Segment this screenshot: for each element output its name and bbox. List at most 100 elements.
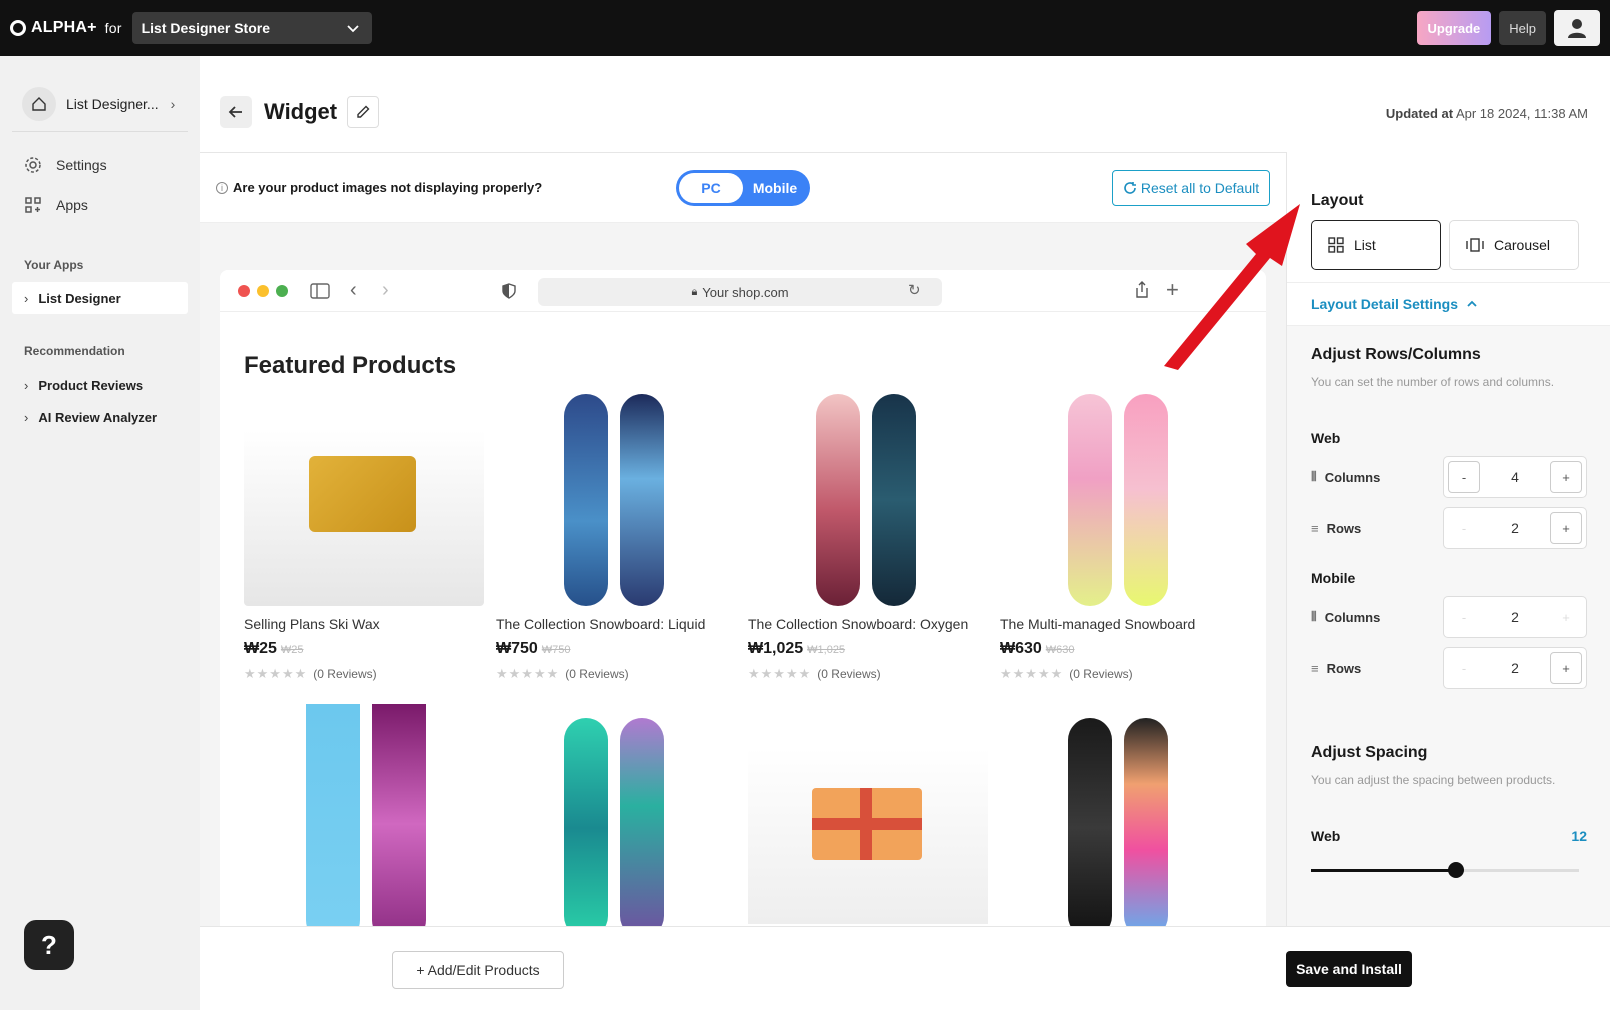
web-columns-stepper[interactable]: - 4 + <box>1443 456 1587 498</box>
product-image <box>496 386 736 606</box>
user-avatar-button[interactable] <box>1554 10 1600 46</box>
your-apps-heading: Your Apps <box>24 258 84 272</box>
rating-stars-icon: ★★★★★ <box>244 666 308 681</box>
product-card[interactable]: The Multi-managed Snowboard ₩630 ₩630 ★★★… <box>1000 386 1240 682</box>
layout-detail-body: Adjust Rows/Columns You can set the numb… <box>1287 326 1610 926</box>
sidebar-item-product-reviews[interactable]: › Product Reviews <box>12 369 188 401</box>
decrement-button[interactable]: - <box>1448 601 1480 633</box>
rows-label: ≡ Rows <box>1311 520 1362 536</box>
device-toggle[interactable]: PC Mobile <box>676 170 810 206</box>
increment-button[interactable]: + <box>1550 601 1582 633</box>
sidebar-item-label: List Designer <box>38 290 121 306</box>
product-card[interactable]: Selling Plans Ski Wax ₩25 ₩25 ★★★★★ (0 Rev… <box>244 386 484 682</box>
help-fab-button[interactable]: ? <box>24 920 74 970</box>
slider-handle[interactable] <box>1447 862 1464 878</box>
sidebar-home-link[interactable]: List Designer... › <box>12 76 188 132</box>
product-name: The Multi-managed Snowboard <box>1000 616 1196 632</box>
sidebar-item-settings[interactable]: Settings <box>24 156 107 174</box>
spacing-web-slider[interactable] <box>1311 862 1579 878</box>
sidebar-home-label: List Designer... <box>66 95 159 112</box>
rating-stars-icon: ★★★★★ <box>1000 666 1064 681</box>
rows-columns-note: You can set the number of rows and colum… <box>1311 375 1555 389</box>
mobile-subheading: Mobile <box>1311 570 1356 586</box>
preview-area: i Are your product images not displaying… <box>200 152 1286 927</box>
image-help-link[interactable]: i Are your product images not displaying… <box>216 180 542 195</box>
product-rating: ★★★★★ (0 Reviews) <box>244 666 484 682</box>
product-image <box>496 704 736 927</box>
shield-icon <box>502 283 516 299</box>
reset-default-button[interactable]: Reset all to Default <box>1112 170 1270 206</box>
increment-button[interactable]: + <box>1549 652 1582 684</box>
sidebar-item-label: Apps <box>56 197 88 213</box>
brand-logo[interactable]: ALPHA+ for <box>10 19 122 37</box>
rows-label: ≡ Rows <box>1311 660 1362 676</box>
decrement-button[interactable]: - <box>1448 461 1480 493</box>
product-card[interactable] <box>1000 704 1240 927</box>
chevron-up-icon <box>1467 300 1477 307</box>
stepper-value[interactable]: 2 <box>1511 520 1519 536</box>
stepper-value[interactable]: 4 <box>1511 469 1519 485</box>
compare-price: ₩1,025 <box>807 644 846 656</box>
decrement-button[interactable]: - <box>1448 512 1480 544</box>
add-edit-products-button[interactable]: + Add/Edit Products <box>392 951 564 989</box>
sidebar-item-label: Product Reviews <box>38 377 144 393</box>
toggle-pc[interactable]: PC <box>679 173 743 203</box>
product-card[interactable] <box>244 704 484 927</box>
sidebar-item-list-designer[interactable]: › List Designer <box>12 282 188 314</box>
columns-icon: ⦀ <box>1311 469 1317 484</box>
slider-fill <box>1311 869 1456 872</box>
review-count: (0 Reviews) <box>313 667 377 681</box>
chevron-right-icon: › <box>24 377 29 393</box>
web-columns-row: ⦀ Columns - 4 + <box>1311 456 1587 498</box>
product-card[interactable] <box>496 704 736 927</box>
decrement-button[interactable]: - <box>1448 652 1480 684</box>
toggle-mobile[interactable]: Mobile <box>743 173 807 203</box>
layout-detail-settings-toggle[interactable]: Layout Detail Settings <box>1287 282 1610 326</box>
compare-price: ₩630 <box>1045 644 1075 656</box>
columns-icon: ⦀ <box>1311 609 1317 624</box>
increment-button[interactable]: + <box>1549 461 1582 493</box>
compare-price: ₩750 <box>541 644 571 656</box>
store-select[interactable]: List Designer Store <box>131 12 372 44</box>
reset-label: Reset all to Default <box>1140 180 1260 196</box>
stepper-value[interactable]: 2 <box>1511 660 1519 676</box>
layout-carousel-option[interactable]: Carousel <box>1449 220 1579 270</box>
rows-columns-heading: Adjust Rows/Columns <box>1311 346 1481 363</box>
review-count: (0 Reviews) <box>817 667 881 681</box>
spacing-heading: Adjust Spacing <box>1311 744 1428 761</box>
web-rows-stepper[interactable]: - 2 + <box>1443 507 1587 549</box>
product-image <box>1000 704 1240 927</box>
product-price: ₩630 ₩630 <box>1000 640 1075 657</box>
home-icon <box>22 86 56 121</box>
save-and-install-button[interactable]: Save and Install <box>1286 951 1412 987</box>
product-card[interactable]: The Collection Snowboard: Oxygen ₩1,025 ₩… <box>748 386 988 682</box>
mobile-rows-stepper[interactable]: - 2 + <box>1443 647 1587 689</box>
increment-button[interactable]: + <box>1549 512 1582 544</box>
back-button[interactable] <box>220 96 252 128</box>
sidebar-item-ai-review-analyzer[interactable]: › AI Review Analyzer <box>12 401 188 433</box>
product-name: The Collection Snowboard: Liquid <box>496 616 706 632</box>
apps-icon <box>25 197 41 213</box>
gear-icon <box>25 157 41 173</box>
sidebar-item-label: AI Review Analyzer <box>38 409 158 425</box>
layout-list-option[interactable]: List <box>1311 220 1441 270</box>
mobile-rows-row: ≡ Rows - 2 + <box>1311 647 1587 689</box>
mobile-columns-stepper[interactable]: - 2 + <box>1443 596 1587 638</box>
stepper-value[interactable]: 2 <box>1511 609 1519 625</box>
sidebar: List Designer... › Settings Apps Your Ap… <box>0 56 200 1010</box>
product-image <box>1000 386 1240 606</box>
sidebar-item-label: Settings <box>56 157 107 173</box>
url-bar: 🔒︎ Your shop.com <box>538 278 942 306</box>
product-card[interactable] <box>748 704 988 924</box>
product-card[interactable]: The Collection Snowboard: Liquid ₩750 ₩75… <box>496 386 736 682</box>
product-name: The Collection Snowboard: Oxygen <box>748 616 969 632</box>
help-button[interactable]: Help <box>1499 11 1546 45</box>
sidebar-item-apps[interactable]: Apps <box>24 196 88 214</box>
product-name: Selling Plans Ski Wax <box>244 616 380 632</box>
upgrade-button[interactable]: Upgrade <box>1416 11 1492 45</box>
image-help-text: Are your product images not displaying p… <box>233 180 543 195</box>
chevron-down-icon <box>346 25 359 33</box>
edit-title-button[interactable] <box>347 96 379 128</box>
for-label: for <box>104 20 122 36</box>
product-price: ₩750 ₩750 <box>496 640 571 657</box>
